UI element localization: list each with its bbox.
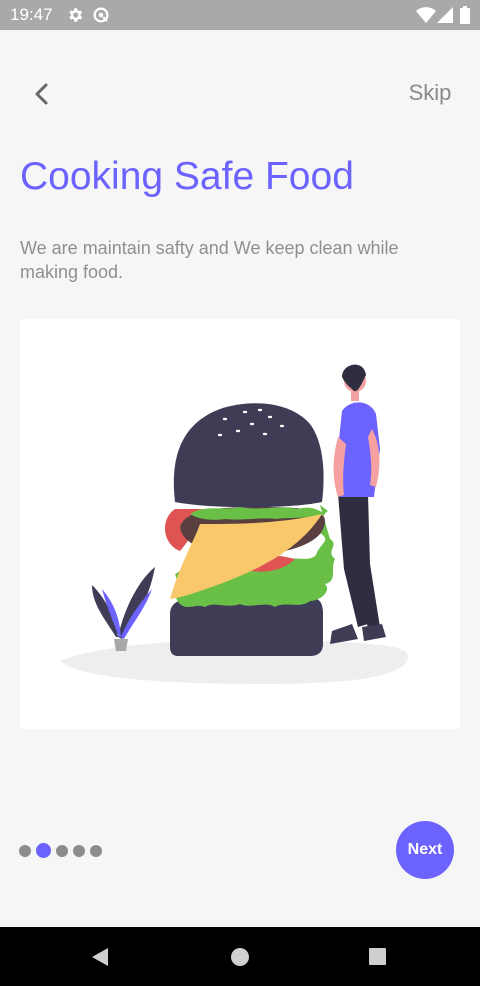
navigation-bar (0, 927, 480, 986)
pager-dot (19, 845, 31, 857)
nav-home-icon[interactable] (231, 948, 249, 966)
pager-dot (73, 845, 85, 857)
battery-icon (460, 6, 470, 24)
back-button[interactable] (26, 78, 58, 110)
nav-back-icon[interactable] (90, 947, 110, 967)
page-description: We are maintain safty and We keep clean … (20, 238, 399, 282)
status-time: 19:47 (10, 5, 53, 24)
pager-dot (56, 845, 68, 857)
wifi-icon (416, 7, 436, 23)
pager-dot-active (36, 843, 51, 858)
skip-button[interactable]: Skip (395, 78, 465, 108)
signal-icon (437, 7, 453, 23)
sync-icon (93, 7, 109, 23)
pager-dot (90, 845, 102, 857)
status-bar: 19:47 (0, 0, 480, 30)
page-title: Cooking Safe Food (20, 155, 354, 198)
nav-recent-icon[interactable] (369, 948, 386, 965)
chevron-left-icon (35, 83, 48, 105)
next-button[interactable]: Next (396, 821, 454, 879)
burger-illustration (20, 319, 460, 729)
settings-gear-icon (69, 8, 83, 22)
